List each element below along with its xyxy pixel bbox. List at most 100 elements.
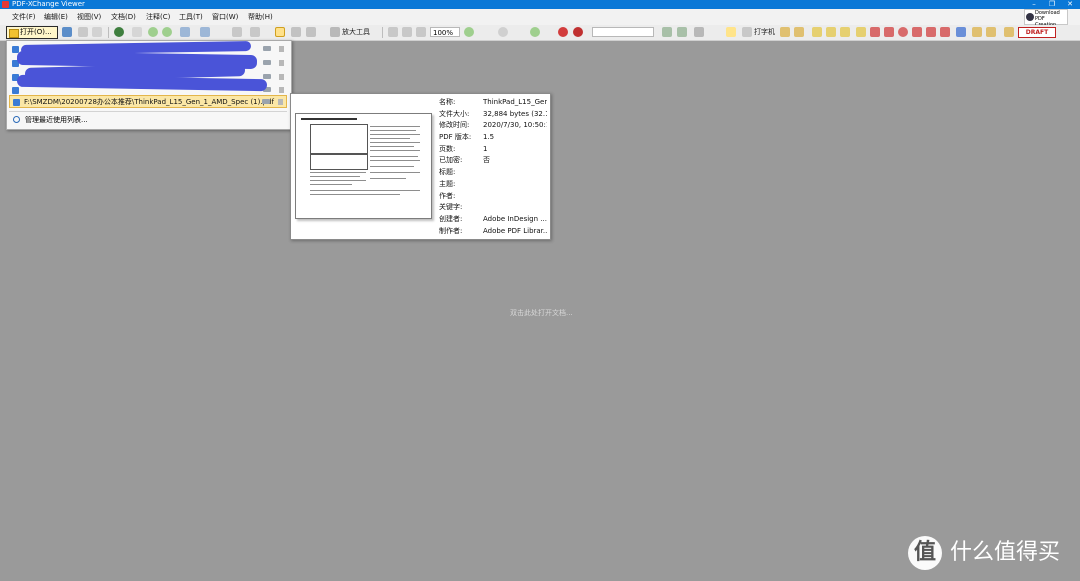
underline-icon[interactable] bbox=[826, 27, 836, 37]
line-icon[interactable] bbox=[856, 27, 866, 37]
prop-value-creator: Adobe InDesign ... bbox=[483, 215, 547, 223]
snapshot-icon[interactable] bbox=[306, 27, 316, 37]
remove-icon[interactable] bbox=[279, 74, 284, 80]
zoom-out-icon[interactable] bbox=[464, 27, 474, 37]
stamp-icon[interactable] bbox=[1004, 27, 1014, 37]
find-icon[interactable] bbox=[132, 27, 142, 37]
select-text-icon[interactable] bbox=[291, 27, 301, 37]
settings-icon[interactable] bbox=[694, 27, 704, 37]
save-icon[interactable] bbox=[62, 27, 72, 37]
undo-icon[interactable] bbox=[180, 27, 190, 37]
pin-icon[interactable] bbox=[263, 46, 271, 51]
open-button[interactable]: 打开(O)... bbox=[6, 26, 58, 39]
arrow-icon[interactable] bbox=[870, 27, 880, 37]
menu-view[interactable]: 视图(V) bbox=[77, 12, 101, 22]
eye-icon[interactable] bbox=[558, 27, 568, 37]
copy-icon[interactable] bbox=[232, 27, 242, 37]
email-icon[interactable] bbox=[92, 27, 102, 37]
draft-stamp-button[interactable]: DRAFT bbox=[1018, 27, 1056, 38]
thumb-line bbox=[370, 160, 420, 161]
zoom-level-field[interactable]: 100% bbox=[430, 27, 460, 37]
polyline-icon[interactable] bbox=[940, 27, 950, 37]
highlight-icon[interactable] bbox=[812, 27, 822, 37]
menu-comments[interactable]: 注释(C) bbox=[146, 12, 170, 22]
fit-width-icon[interactable] bbox=[416, 27, 426, 37]
thumb-header bbox=[301, 118, 357, 120]
zoom-tool-icon[interactable] bbox=[330, 27, 340, 37]
redo-icon[interactable] bbox=[200, 27, 210, 37]
comment-icon[interactable] bbox=[726, 27, 736, 37]
hand-tool-icon[interactable] bbox=[275, 27, 285, 37]
thumb-line bbox=[310, 176, 360, 177]
prop-value-encrypted: 否 bbox=[483, 156, 490, 164]
thumb-line bbox=[370, 178, 406, 179]
typewriter-icon[interactable] bbox=[742, 27, 752, 37]
search-web-icon[interactable] bbox=[573, 27, 583, 37]
thumb-line bbox=[370, 134, 420, 135]
prop-value-producer: Adobe PDF Librar... bbox=[483, 227, 547, 235]
thumb-line bbox=[370, 166, 414, 167]
remove-icon[interactable] bbox=[279, 60, 284, 66]
forward-icon[interactable] bbox=[162, 27, 172, 37]
prop-label-producer: 制作者: bbox=[439, 227, 463, 235]
rectangle-icon[interactable] bbox=[884, 27, 894, 37]
remove-icon[interactable] bbox=[279, 87, 284, 93]
prop-label-modified: 修改时间: bbox=[439, 121, 470, 129]
prop-label-creator: 创建者: bbox=[439, 215, 463, 223]
menu-edit[interactable]: 编辑(E) bbox=[44, 12, 68, 22]
recent-file-item-active[interactable]: F:\SMZDM\20200728办公本推荐\ThinkPad_L15_Gen_… bbox=[9, 95, 287, 108]
prop-value-pdf-version: 1.5 bbox=[483, 133, 495, 141]
back-icon[interactable] bbox=[148, 27, 158, 37]
rotate-icon[interactable] bbox=[250, 27, 260, 37]
prop-value-pages: 1 bbox=[483, 145, 488, 153]
print-icon[interactable] bbox=[78, 27, 88, 37]
maximize-icon[interactable]: ❐ bbox=[1044, 0, 1060, 9]
zoom-tool-label[interactable]: 放大工具 bbox=[342, 27, 370, 38]
zoom-slider-thumb[interactable] bbox=[498, 27, 508, 37]
menu-tools[interactable]: 工具(T) bbox=[179, 12, 203, 22]
remove-icon[interactable] bbox=[279, 46, 284, 52]
remove-icon[interactable] bbox=[278, 99, 283, 105]
oval-icon[interactable] bbox=[898, 27, 908, 37]
actual-size-icon[interactable] bbox=[388, 27, 398, 37]
pencil-icon[interactable] bbox=[972, 27, 982, 37]
thumb-line bbox=[370, 126, 420, 127]
zoom-in-icon[interactable] bbox=[530, 27, 540, 37]
pin-icon[interactable] bbox=[263, 60, 271, 65]
file-preview-tooltip: 名称: ThinkPad_L15_Gen... 文件大小: 32,884 byt… bbox=[290, 93, 551, 240]
pin-icon[interactable] bbox=[262, 99, 270, 104]
polygon-icon[interactable] bbox=[912, 27, 922, 37]
toolbar-separator bbox=[382, 27, 383, 38]
close-icon[interactable]: ✕ bbox=[1062, 0, 1078, 9]
pdf-page-thumbnail bbox=[295, 113, 432, 219]
menu-help[interactable]: 帮助(H) bbox=[248, 12, 273, 22]
strikeout-icon[interactable] bbox=[840, 27, 850, 37]
thumb-line bbox=[370, 142, 420, 143]
thumb-line bbox=[370, 156, 418, 157]
menu-file[interactable]: 文件(F) bbox=[12, 12, 36, 22]
eraser-icon[interactable] bbox=[986, 27, 996, 37]
fit-page-icon[interactable] bbox=[402, 27, 412, 37]
minimize-icon[interactable]: – bbox=[1026, 0, 1042, 9]
pin-icon[interactable] bbox=[263, 74, 271, 79]
search-input[interactable] bbox=[592, 27, 654, 37]
thumb-line bbox=[370, 150, 420, 151]
cloud-icon[interactable] bbox=[926, 27, 936, 37]
menu-window[interactable]: 窗口(W) bbox=[212, 12, 238, 22]
menu-divider bbox=[9, 111, 287, 112]
callout-icon[interactable] bbox=[794, 27, 804, 37]
pin-icon[interactable] bbox=[956, 27, 966, 37]
web-search-icon[interactable] bbox=[662, 27, 672, 37]
text-box-icon[interactable] bbox=[780, 27, 790, 37]
download-pdf-tools-button[interactable]: Download PDF Creation Tools bbox=[1024, 9, 1068, 34]
menu-document[interactable]: 文档(D) bbox=[111, 12, 136, 22]
find-next-icon[interactable] bbox=[677, 27, 687, 37]
thumb-line bbox=[370, 146, 414, 147]
thumb-line bbox=[310, 194, 400, 195]
prop-value-name: ThinkPad_L15_Gen... bbox=[483, 98, 547, 106]
scan-icon[interactable] bbox=[114, 27, 124, 37]
typewriter-label[interactable]: 打字机 bbox=[754, 27, 775, 38]
thumb-table bbox=[310, 154, 368, 170]
canvas-hint[interactable]: 双击此处打开文档... bbox=[510, 308, 573, 318]
folder-icon bbox=[9, 29, 19, 38]
